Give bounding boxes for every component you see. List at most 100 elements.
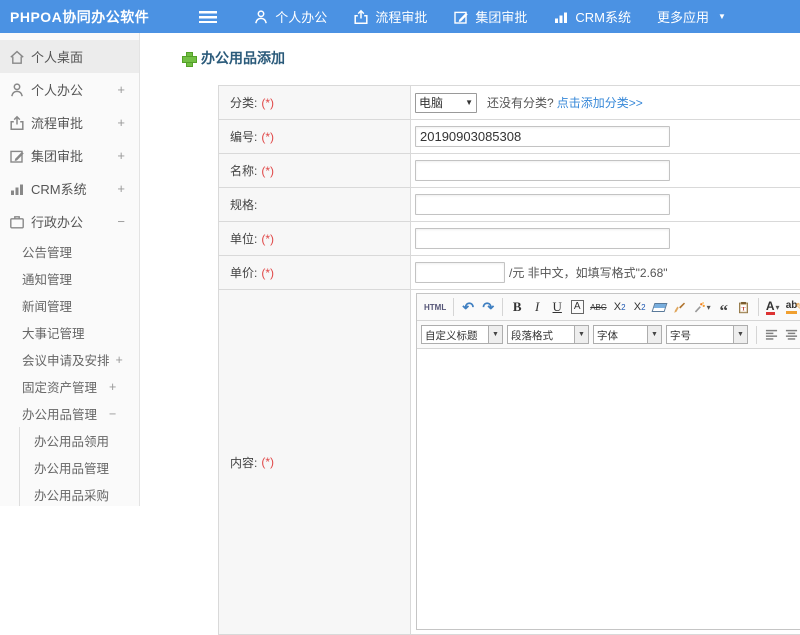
- eraser-icon: [651, 302, 668, 312]
- caret-down-icon: ▼: [717, 12, 726, 21]
- name-value-cell: [411, 154, 800, 187]
- sidebar-item-personal-office[interactable]: 个人办公 +: [0, 73, 139, 106]
- align-center-button[interactable]: [782, 325, 800, 345]
- select-value: 段落格式: [507, 325, 575, 344]
- sidebar-item-supplies-purchase[interactable]: 办公用品采购: [20, 481, 139, 506]
- blockquote-button[interactable]: “: [715, 297, 733, 319]
- label-text: 内容:: [230, 455, 258, 470]
- sidebar-item-supplies-requisition[interactable]: 办公用品领用: [20, 427, 139, 454]
- page-title: 办公用品添加: [182, 48, 285, 68]
- app-logo: PHPOA协同办公软件: [10, 8, 150, 25]
- sidebar-item-crm-system[interactable]: CRM系统 +: [0, 172, 139, 205]
- sidebar-item-fixed-assets-mgmt[interactable]: 固定资产管理 +: [0, 373, 139, 400]
- bold-button[interactable]: B: [508, 297, 526, 317]
- sidebar-item-news-mgmt[interactable]: 新闻管理: [0, 292, 139, 319]
- form-row-category: 分类: (*) 电脑 ▼ 还没有分类? 点击添加分类>>: [219, 86, 800, 120]
- sub-base: X: [633, 301, 642, 313]
- paste-icon: T: [739, 301, 749, 313]
- nav-label: CRM系统: [575, 10, 631, 25]
- select-value: 自定义标题: [421, 325, 489, 344]
- spec-input[interactable]: [415, 194, 670, 215]
- sidebar-item-label: 个人桌面: [31, 50, 84, 65]
- align-left-button[interactable]: [762, 325, 780, 345]
- label-text: 分类:: [230, 96, 258, 110]
- expand-icon: +: [117, 181, 125, 196]
- subscript-button[interactable]: X2: [631, 297, 649, 317]
- sub-mark: 2: [641, 302, 646, 312]
- bar-chart-icon: [555, 12, 568, 23]
- form-row-price: 单价: (*) /元 非中文，如填写格式"2.68": [219, 256, 800, 290]
- sidebar-item-announcement-mgmt[interactable]: 公告管理: [0, 238, 139, 265]
- paste-text-button[interactable]: T: [735, 297, 753, 317]
- caret-down-icon: ▼: [489, 325, 503, 344]
- nav-personal-office[interactable]: 个人办公: [253, 7, 327, 26]
- collapse-icon: −: [109, 406, 117, 421]
- sidebar-item-office-supplies-mgmt[interactable]: 办公用品管理 −: [0, 400, 139, 427]
- add-category-link[interactable]: 点击添加分类>>: [557, 94, 643, 111]
- paragraph-format-select[interactable]: 段落格式 ▼: [507, 325, 589, 344]
- code-value-cell: [411, 120, 800, 153]
- sidebar-item-memorabilia-mgmt[interactable]: 大事记管理: [0, 319, 139, 346]
- unit-input[interactable]: [415, 228, 670, 249]
- eraser-button[interactable]: [651, 297, 669, 317]
- expand-icon: +: [115, 352, 123, 367]
- top-bar: PHPOA协同办公软件 个人办公 流程审批 集团审批 CRM系统 更多应用 ▼: [0, 0, 800, 33]
- format-painter-button[interactable]: ▾: [691, 297, 713, 317]
- label-text: 名称:: [230, 164, 258, 178]
- category-label: 分类: (*): [219, 86, 411, 119]
- redo-icon[interactable]: ↷: [479, 297, 497, 317]
- sidebar-item-workflow-approval[interactable]: 流程审批 +: [0, 106, 139, 139]
- sidebar-item-label: 流程审批: [31, 116, 84, 131]
- hamburger-menu-icon[interactable]: [199, 10, 218, 23]
- user-icon: [11, 82, 23, 97]
- sidebar-item-notice-mgmt[interactable]: 通知管理: [0, 265, 139, 292]
- sidebar-item-group-approval[interactable]: 集团审批 +: [0, 139, 139, 172]
- nav-more-apps[interactable]: 更多应用 ▼: [657, 7, 726, 26]
- svg-text:T: T: [742, 306, 746, 312]
- undo-icon[interactable]: ↶: [459, 297, 477, 317]
- italic-button[interactable]: I: [528, 297, 546, 317]
- toolbar-divider: [757, 298, 759, 316]
- sidebar-item-label: 大事记管理: [22, 327, 85, 341]
- clean-format-button[interactable]: [671, 297, 689, 317]
- brush-icon: [674, 302, 686, 313]
- font-family-select[interactable]: 字体 ▼: [593, 325, 662, 344]
- unit-value-cell: [411, 222, 800, 255]
- code-input[interactable]: [415, 126, 670, 147]
- superscript-button[interactable]: X2: [611, 297, 629, 317]
- nav-crm-system[interactable]: CRM系统: [553, 7, 631, 26]
- format-painter-icon: [694, 301, 705, 313]
- pencil-icon: ✎: [795, 301, 800, 313]
- font-style-button[interactable]: A: [568, 297, 586, 317]
- name-input[interactable]: [415, 160, 670, 181]
- custom-heading-select[interactable]: 自定义标题 ▼: [421, 325, 503, 344]
- price-input[interactable]: [415, 262, 505, 283]
- caret-down-icon: ▼: [648, 325, 662, 344]
- category-select[interactable]: 电脑 ▼: [415, 92, 477, 113]
- required-mark: (*): [261, 455, 275, 469]
- page-title-text: 办公用品添加: [201, 50, 285, 66]
- collapse-icon: −: [117, 214, 125, 229]
- nav-workflow-approval[interactable]: 流程审批: [353, 7, 427, 26]
- font-size-select[interactable]: 字号 ▼: [666, 325, 748, 344]
- nav-group-approval[interactable]: 集团审批: [453, 7, 527, 26]
- sidebar-item-supplies-management[interactable]: 办公用品管理: [20, 454, 139, 481]
- sidebar-item-label: 集团审批: [31, 149, 84, 164]
- content-label: 内容: (*): [219, 290, 411, 634]
- sidebar-item-meeting-request[interactable]: 会议申请及安排 +: [0, 346, 139, 373]
- font-color-button[interactable]: A ▾: [764, 297, 782, 317]
- font-box-icon: A: [570, 300, 584, 314]
- sidebar-item-label: 办公用品采购: [34, 489, 110, 503]
- underline-button[interactable]: U: [548, 297, 566, 317]
- briefcase-icon: [10, 215, 24, 229]
- toolbar-divider: [453, 298, 455, 316]
- sidebar-item-label: 办公用品管理: [34, 462, 110, 476]
- label-text: 单价:: [230, 266, 258, 280]
- sidebar-item-label: 新闻管理: [22, 300, 73, 314]
- sidebar-item-admin-office[interactable]: 行政办公 −: [0, 205, 139, 238]
- strikethrough-button[interactable]: ABC: [588, 297, 608, 317]
- html-source-button[interactable]: HTML: [422, 297, 448, 317]
- highlight-color-button[interactable]: ab✎▾: [784, 297, 800, 317]
- sidebar-item-personal-desktop[interactable]: 个人桌面: [0, 40, 139, 73]
- editor-content[interactable]: [417, 349, 800, 629]
